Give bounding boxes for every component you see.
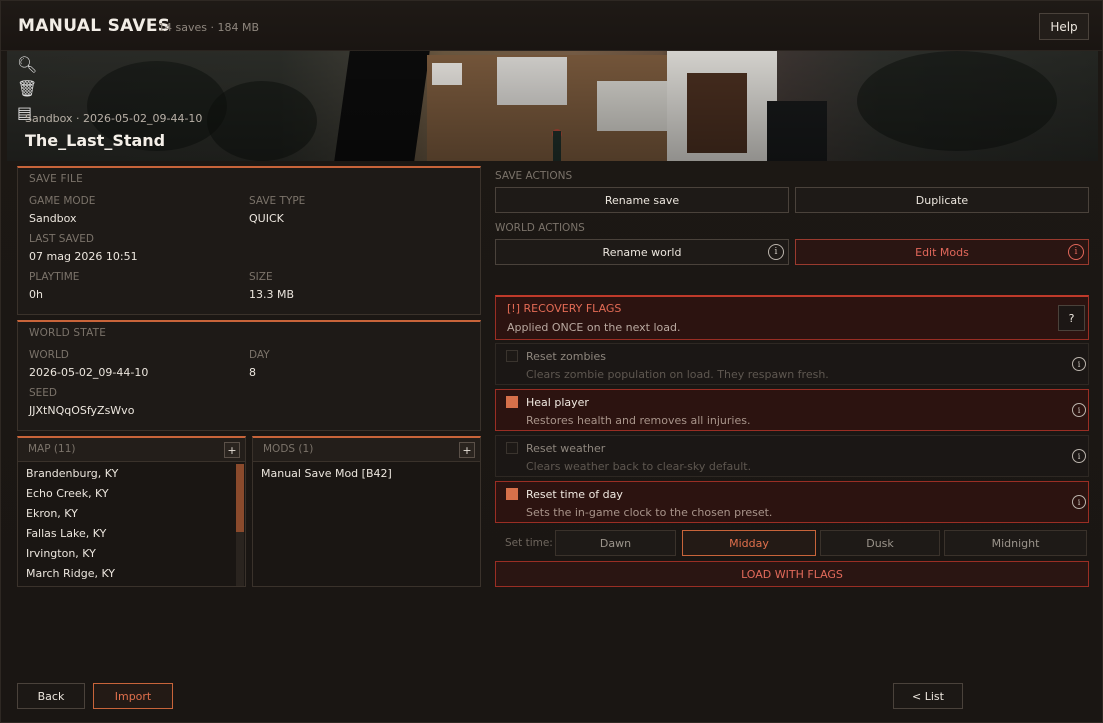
map-list-scrollbar[interactable] [236,464,244,586]
flag-reset-time-of-day[interactable]: Reset time of day Sets the in-game clock… [495,481,1089,523]
time-option-midday[interactable]: Midday [682,530,816,556]
world-value: 2026-05-02_09-44-10 [29,366,149,379]
playtime-label: PLAYTIME [29,271,80,283]
map-list-item[interactable]: Irvington, KY [26,547,96,560]
set-time-row: Set time: Dawn Midday Dusk Midnight [495,529,1089,557]
page-title: MANUAL SAVES [18,16,171,36]
map-list-item[interactable]: Brandenburg, KY [26,467,118,480]
flag-reset-zombies[interactable]: Reset zombies Clears zombie population o… [495,343,1089,385]
load-with-flags-button[interactable]: LOAD WITH FLAGS [495,561,1089,587]
checkbox-checked[interactable] [506,396,518,408]
flag-name: Reset weather [526,442,606,455]
flag-description: Clears zombie population on load. They r… [526,368,829,381]
playtime-value: 0h [29,288,43,301]
map-list-item[interactable]: Fallas Lake, KY [26,527,106,540]
mods-list-title: MODS (1) [263,443,314,455]
game-mode-value: Sandbox [29,212,77,225]
banner-shade [7,51,1098,161]
recovery-flags-subtitle: Applied ONCE on the next load. [507,321,681,334]
info-icon[interactable]: i [1072,449,1086,463]
header-bar: MANUAL SAVES 14 saves · 184 MB Help [1,1,1102,51]
flag-description: Restores health and removes all injuries… [526,414,751,427]
info-icon[interactable]: i [1072,357,1086,371]
rename-world-label: Rename world [602,245,682,259]
magnifier-icon[interactable]: 🔍︎ [17,53,41,77]
world-state-panel: WORLD STATE WORLD 2026-05-02_09-44-10 DA… [17,320,481,431]
flag-description: Clears weather back to clear-sky default… [526,460,752,473]
last-saved-value: 07 mag 2026 10:51 [29,250,138,263]
checkbox-checked[interactable] [506,488,518,500]
day-label: DAY [249,349,270,361]
save-preview-banner: 🔍︎ 🗑︎ ▤ Sandbox · 2026-05-02_09-44-10 Th… [7,51,1098,161]
world-label: WORLD [29,349,69,361]
recovery-help-button[interactable]: ? [1058,305,1085,331]
flag-description: Sets the in-game clock to the chosen pre… [526,506,773,519]
recovery-flags-title: [!] RECOVERY FLAGS [507,302,622,315]
rename-save-button[interactable]: Rename save [495,187,789,213]
checkbox[interactable] [506,442,518,454]
save-type-label: SAVE TYPE [249,195,306,207]
save-file-panel: SAVE FILE GAME MODE Sandbox SAVE TYPE QU… [17,166,481,315]
map-list-panel: MAP (11) + Brandenburg, KY Echo Creek, K… [17,436,246,587]
edit-mods-button[interactable]: Edit Mods [795,239,1089,265]
edit-mods-label: Edit Mods [915,245,969,259]
time-option-dusk[interactable]: Dusk [820,530,940,556]
mods-list-panel: MODS (1) + Manual Save Mod [B42] [252,436,481,587]
time-option-dawn[interactable]: Dawn [555,530,676,556]
map-list-item[interactable]: Ekron, KY [26,507,78,520]
checkbox[interactable] [506,350,518,362]
info-icon[interactable]: i [768,244,784,260]
mods-list-header: MODS (1) + [253,438,480,462]
map-list-header: MAP (11) + [18,438,245,462]
back-button[interactable]: Back [17,683,85,709]
manual-saves-window: MANUAL SAVES 14 saves · 184 MB Help 🔍︎ 🗑… [0,0,1103,723]
last-saved-label: LAST SAVED [29,233,94,245]
save-file-title: SAVE FILE [29,173,83,185]
recovery-flags-header: [!] RECOVERY FLAGS Applied ONCE on the n… [495,295,1089,340]
trash-icon[interactable]: 🗑︎ [17,77,41,101]
game-mode-label: GAME MODE [29,195,96,207]
mods-list-item[interactable]: Manual Save Mod [B42] [261,467,392,480]
import-button[interactable]: Import [93,683,173,709]
time-option-midnight[interactable]: Midnight [944,530,1087,556]
size-value: 13.3 MB [249,288,295,301]
save-actions-title: SAVE ACTIONS [495,170,573,182]
flag-reset-weather[interactable]: Reset weather Clears weather back to cle… [495,435,1089,477]
list-button[interactable]: < List [893,683,963,709]
info-icon[interactable]: i [1072,495,1086,509]
flag-name: Reset time of day [526,488,623,501]
add-mod-button[interactable]: + [459,442,475,458]
flag-heal-player[interactable]: Heal player Restores health and removes … [495,389,1089,431]
map-list-item[interactable]: March Ridge, KY [26,567,115,580]
day-value: 8 [249,366,256,379]
saves-summary: 14 saves · 184 MB [158,21,259,34]
info-icon[interactable]: i [1072,403,1086,417]
map-list-title: MAP (11) [28,443,76,455]
flag-name: Heal player [526,396,589,409]
save-meta: Sandbox · 2026-05-02_09-44-10 [25,112,203,125]
seed-value: JJXtNQqOSfyZsWvo [29,404,135,417]
save-name: The_Last_Stand [25,131,166,150]
set-time-label: Set time: [505,537,553,549]
duplicate-button[interactable]: Duplicate [795,187,1089,213]
size-label: SIZE [249,271,273,283]
world-actions-title: WORLD ACTIONS [495,222,585,234]
map-list-scroll-thumb[interactable] [236,464,244,532]
save-type-value: QUICK [249,212,284,225]
warning-info-icon[interactable]: i [1068,244,1084,260]
rename-world-button[interactable]: Rename world [495,239,789,265]
help-button[interactable]: Help [1039,13,1089,40]
seed-label: SEED [29,387,58,399]
add-map-button[interactable]: + [224,442,240,458]
world-state-title: WORLD STATE [29,327,107,339]
flag-name: Reset zombies [526,350,606,363]
map-list-item[interactable]: Echo Creek, KY [26,487,109,500]
